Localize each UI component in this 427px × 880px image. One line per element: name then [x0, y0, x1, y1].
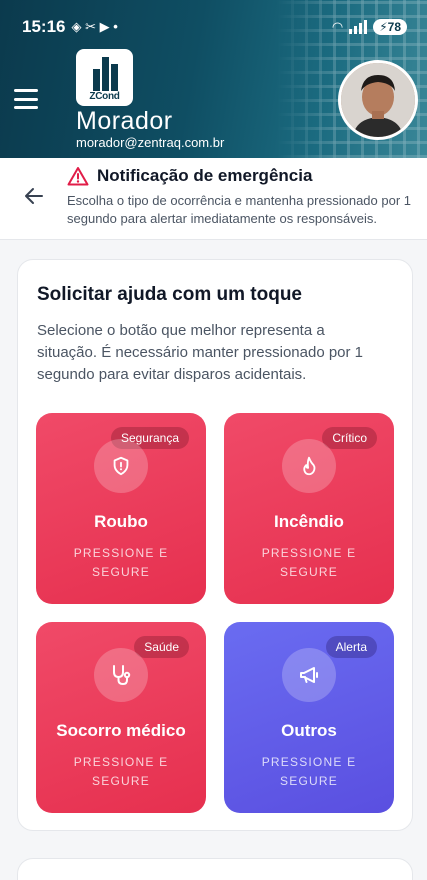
tile-label: Roubo	[94, 512, 148, 531]
tile-hint: PRESSIONE E SEGURE	[73, 546, 169, 579]
back-button[interactable]	[22, 184, 46, 208]
megaphone-icon	[300, 667, 318, 683]
menu-button[interactable]	[14, 89, 38, 109]
status-time: 15:16	[22, 17, 66, 36]
page-description: Escolha o tipo de ocorrência e mantenha …	[67, 193, 411, 226]
tile-hint: PRESSIONE E SEGURE	[73, 755, 169, 788]
avatar[interactable]	[338, 60, 418, 140]
medical-help-button[interactable]: Saúde Socorro médico PRESSIONE E SEGURE	[36, 622, 206, 813]
tile-hint: PRESSIONE E SEGURE	[261, 755, 357, 788]
page-title: Notificação de emergência	[97, 166, 313, 185]
app-notification-icon: ◈ ✂ ▶ •	[71, 19, 118, 34]
flame-icon	[303, 456, 316, 476]
battery-badge: ⚡78	[373, 19, 407, 35]
app-header: 15:16 ◈ ✂ ▶ • ◠ ⚡78 ZCond Morador morado…	[0, 0, 427, 158]
user-email: morador@zentraq.com.br	[76, 135, 225, 150]
arrow-left-icon	[25, 188, 43, 204]
tile-badge: Crítico	[322, 427, 377, 449]
app-logo: ZCond	[76, 49, 133, 106]
other-button[interactable]: Alerta Outros PRESSIONE E SEGURE	[224, 622, 394, 813]
tile-badge: Saúde	[134, 636, 189, 658]
card-title: Solicitar ajuda com um toque	[37, 284, 302, 305]
help-card: Solicitar ajuda com um toque Selecione o…	[17, 259, 413, 831]
tile-badge: Alerta	[325, 636, 377, 658]
tile-hint: PRESSIONE E SEGURE	[261, 546, 357, 579]
signal-icon	[349, 20, 368, 34]
wifi-icon: ◠	[331, 19, 344, 34]
stethoscope-icon	[113, 665, 131, 686]
avatar-photo	[341, 63, 415, 137]
fire-button[interactable]: Crítico Incêndio PRESSIONE E SEGURE	[224, 413, 394, 604]
shield-alert-icon	[113, 456, 129, 476]
warning-icon	[67, 167, 89, 186]
next-card	[17, 858, 413, 880]
card-description: Selecione o botão que melhor representa …	[37, 322, 364, 383]
page-subheader: Notificação de emergência Escolha o tipo…	[0, 158, 427, 240]
tile-label: Outros	[281, 721, 337, 740]
tile-label: Socorro médico	[56, 721, 186, 740]
status-bar: 15:16 ◈ ✂ ▶ • ◠ ⚡78	[22, 14, 407, 40]
user-name: Morador	[76, 107, 173, 135]
tile-label: Incêndio	[274, 512, 344, 531]
logo-text: ZCond	[89, 91, 120, 102]
robbery-button[interactable]: Segurança Roubo PRESSIONE E SEGURE	[36, 413, 206, 604]
building-icon	[91, 57, 119, 91]
